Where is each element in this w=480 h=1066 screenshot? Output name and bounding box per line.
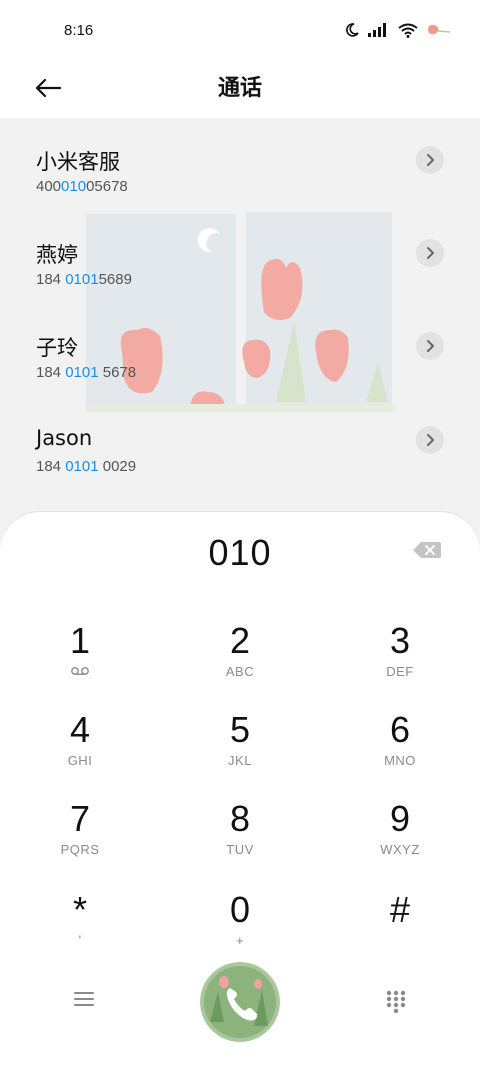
- dial-key-star[interactable]: * ,: [20, 889, 140, 969]
- dial-key-hash[interactable]: #: [340, 889, 460, 969]
- contact-number: 184 01015689: [36, 271, 132, 288]
- dial-key-3[interactable]: 3 DEF: [340, 620, 460, 700]
- voicemail-icon: [71, 667, 89, 675]
- status-bar: 8:16: [0, 0, 480, 60]
- dial-key-0[interactable]: 0 +: [180, 889, 300, 969]
- contact-name: 子玲: [36, 336, 78, 360]
- backspace-button[interactable]: [412, 540, 442, 564]
- search-results: 小米客服 40001005678 燕婷 184 01015689 子玲 184 …: [0, 118, 480, 528]
- contact-name: 燕婷: [36, 243, 78, 267]
- contact-number: 184 0101 0029: [36, 458, 137, 475]
- dial-key-7[interactable]: 7 PQRS: [20, 798, 140, 878]
- dial-key-9[interactable]: 9 WXYZ: [340, 798, 460, 878]
- phone-icon: [200, 962, 280, 1042]
- dial-key-4[interactable]: 4 GHI: [20, 709, 140, 789]
- tulip-icon: [428, 24, 451, 35]
- contact-number: 40001005678: [36, 178, 128, 195]
- contact-row[interactable]: 小米客服 40001005678: [0, 118, 480, 208]
- header: 通话: [0, 60, 480, 118]
- menu-button[interactable]: [66, 984, 102, 1014]
- signal-icon: [368, 23, 386, 37]
- contact-details-button[interactable]: [416, 146, 444, 174]
- page-title: 通话: [217, 76, 262, 101]
- chevron-right-icon: [427, 154, 434, 166]
- chevron-right-icon: [427, 247, 434, 259]
- dial-key-1[interactable]: 1: [20, 620, 140, 700]
- dial-key-8[interactable]: 8 TUV: [180, 798, 300, 878]
- chevron-right-icon: [427, 434, 434, 446]
- chevron-right-icon: [427, 340, 434, 352]
- dial-key-2[interactable]: 2 ABC: [180, 620, 300, 700]
- status-time: 8:16: [64, 22, 94, 39]
- status-icons: [344, 22, 452, 38]
- hamburger-menu-icon: [74, 992, 94, 1006]
- contact-row[interactable]: Jason 184 0101 0029: [0, 398, 480, 488]
- dialed-number: 010: [208, 532, 272, 573]
- dialpad-grid-icon: [386, 990, 406, 1014]
- contact-details-button[interactable]: [416, 332, 444, 360]
- contact-details-button[interactable]: [416, 426, 444, 454]
- contact-details-button[interactable]: [416, 239, 444, 267]
- dial-pad: 010 1 2 ABC 3 DEF 4 GHI 5 JKL 6 MNO 7 PQ…: [0, 512, 480, 1066]
- contact-name: 小米客服: [36, 150, 120, 174]
- dial-key-6[interactable]: 6 MNO: [340, 709, 460, 789]
- backspace-icon: [413, 542, 441, 558]
- contact-number: 184 0101 5678: [36, 364, 137, 381]
- contact-row[interactable]: 燕婷 184 01015689: [0, 211, 480, 301]
- keypad-toggle-button[interactable]: [378, 984, 414, 1020]
- call-button[interactable]: [200, 962, 280, 1042]
- moon-icon: [346, 23, 359, 37]
- contact-name: Jason: [36, 426, 93, 450]
- wifi-icon: [398, 23, 418, 38]
- dial-key-5[interactable]: 5 JKL: [180, 709, 300, 789]
- contact-row[interactable]: 子玲 184 0101 5678: [0, 304, 480, 394]
